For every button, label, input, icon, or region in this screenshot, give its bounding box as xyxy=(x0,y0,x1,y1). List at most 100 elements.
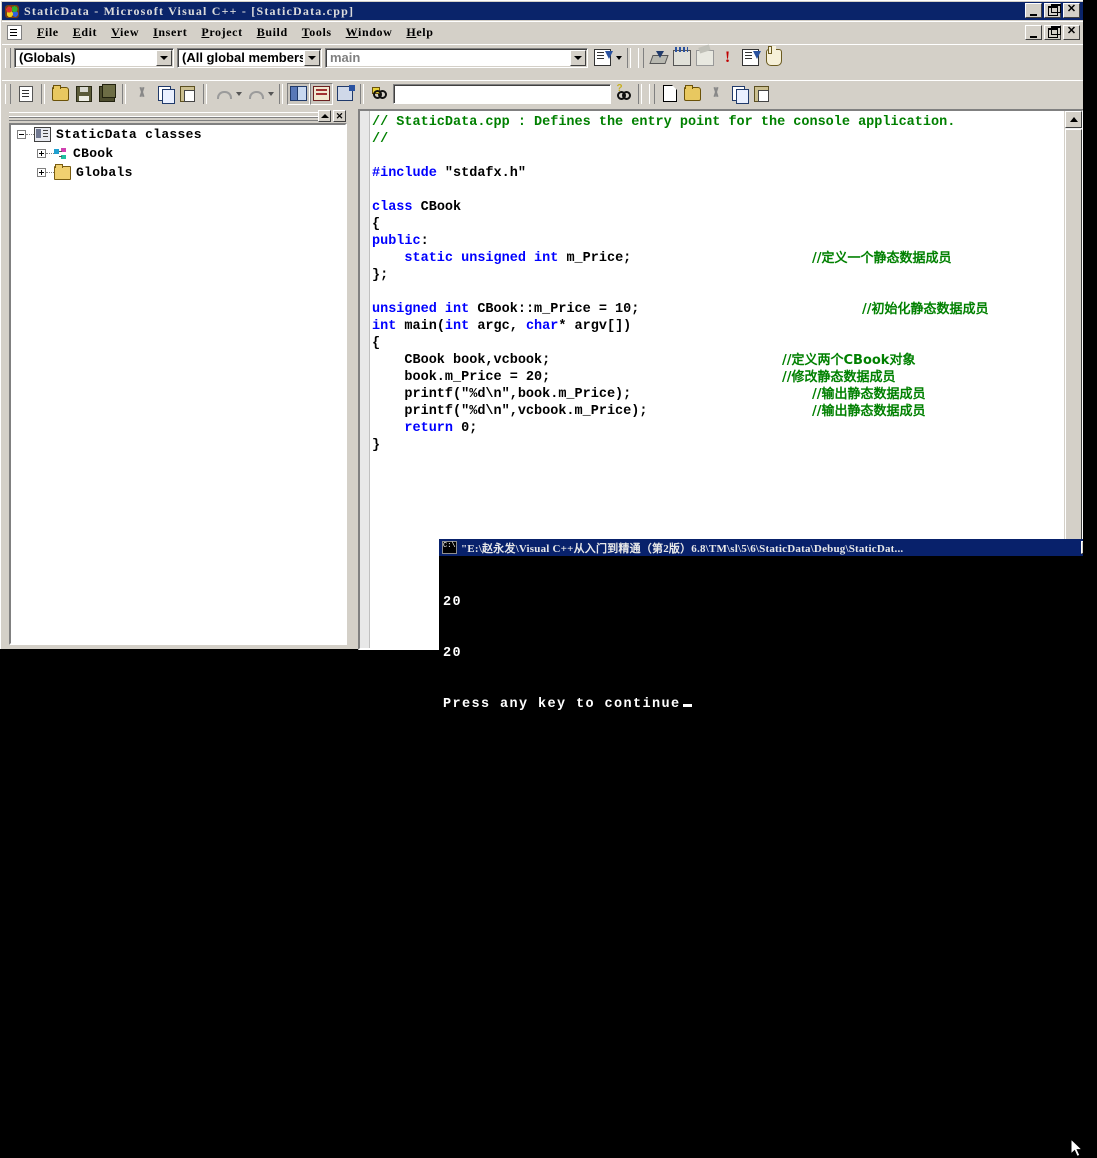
new-document-button2[interactable] xyxy=(658,83,681,105)
wizardbar-dropdown-icon[interactable] xyxy=(614,48,623,68)
buildbar-gripper[interactable] xyxy=(638,47,644,68)
code-side-comment: //修改静态数据成员 xyxy=(782,370,896,385)
workspace-bar-button[interactable] xyxy=(333,83,356,105)
extra-toolbar-gripper[interactable] xyxy=(649,83,655,104)
code-token: unsigned xyxy=(461,251,526,266)
chevron-down-icon[interactable] xyxy=(570,49,586,66)
output-toggle-button[interactable] xyxy=(310,82,333,105)
redo-button[interactable] xyxy=(243,83,266,105)
mdi-child-controls: ✕ xyxy=(1025,25,1080,40)
cut-button2[interactable] xyxy=(704,83,727,105)
mdi-minimize-button[interactable] xyxy=(1025,25,1042,40)
code-line: public: xyxy=(372,233,1060,250)
copy-icon xyxy=(158,86,175,104)
save-all-button[interactable] xyxy=(95,83,118,105)
toolbar-separator xyxy=(360,83,364,104)
find-button[interactable]: ? xyxy=(611,83,634,105)
mouse-arrow-cursor xyxy=(1071,1139,1084,1158)
cut-button[interactable] xyxy=(130,83,153,105)
mdi-restore-button[interactable] xyxy=(1044,25,1061,40)
menu-item-view[interactable]: View xyxy=(104,23,146,42)
editor-selection-margin[interactable] xyxy=(360,111,370,648)
find-combo[interactable] xyxy=(393,83,611,104)
menu-item-tools[interactable]: Tools xyxy=(295,23,339,42)
tree-node-globals[interactable]: Globals xyxy=(11,163,345,182)
menu-item-window[interactable]: Window xyxy=(339,23,400,42)
menu-item-edit[interactable]: Edit xyxy=(66,23,104,42)
function-combo[interactable]: main xyxy=(325,47,588,68)
code-token: book.m_Price = 20; xyxy=(372,370,551,385)
undo-button[interactable] xyxy=(211,83,234,105)
menu-item-build[interactable]: Build xyxy=(250,23,295,42)
code-side-comment: //输出静态数据成员 xyxy=(812,404,926,419)
workspace-toggle-button[interactable] xyxy=(287,82,310,105)
class-combo-value: (Globals) xyxy=(19,50,76,65)
document-icon xyxy=(7,25,22,40)
tree-node-staticdata-classes[interactable]: StaticData classes xyxy=(11,125,345,144)
copy-icon xyxy=(732,86,749,104)
compile-button[interactable] xyxy=(647,47,670,69)
workspace-close-button[interactable]: ✕ xyxy=(333,110,346,122)
mdi-close-button[interactable]: ✕ xyxy=(1063,25,1080,40)
expand-toggle-icon[interactable] xyxy=(37,149,46,158)
execute-program-button[interactable] xyxy=(739,47,762,69)
code-side-comment: //初始化静态数据成员 xyxy=(862,302,989,317)
clipboard-paste-icon xyxy=(754,85,769,102)
paste-button2[interactable] xyxy=(750,83,773,105)
scrollbar-thumb[interactable] xyxy=(1065,129,1082,559)
new-text-file-button[interactable] xyxy=(14,83,37,105)
scroll-up-button[interactable] xyxy=(1065,111,1082,128)
menu-item-project[interactable]: Project xyxy=(194,23,249,42)
build-button[interactable] xyxy=(670,46,693,69)
code-line: book.m_Price = 20; xyxy=(372,369,1060,386)
save-button[interactable] xyxy=(72,83,95,105)
copy-button2[interactable] xyxy=(727,83,750,105)
rebuild-all-button[interactable] xyxy=(693,47,716,69)
open-button2[interactable] xyxy=(681,83,704,105)
tree-node-label: CBook xyxy=(73,146,114,161)
find-in-files-button[interactable] xyxy=(368,83,391,105)
redo-dropdown-icon[interactable] xyxy=(266,84,275,104)
stop-build-button[interactable]: ! xyxy=(716,47,739,69)
undo-dropdown-icon[interactable] xyxy=(234,84,243,104)
tree-node-label: Globals xyxy=(76,165,133,180)
wizardbar-gripper[interactable] xyxy=(5,47,11,68)
expand-toggle-icon[interactable] xyxy=(37,168,46,177)
copy-button[interactable] xyxy=(153,83,176,105)
paste-button[interactable] xyxy=(176,83,199,105)
close-button[interactable]: ✕ xyxy=(1063,3,1080,18)
wizardbar-action-button[interactable] xyxy=(591,47,614,69)
source-code-text[interactable]: // StaticData.cpp : Defines the entry po… xyxy=(372,114,1060,454)
minimize-button[interactable] xyxy=(1025,3,1042,18)
members-combo[interactable]: (All global members xyxy=(177,47,322,68)
class-view-tree[interactable]: StaticData classes CBook Globals xyxy=(9,123,347,645)
collapse-toggle-icon[interactable] xyxy=(17,130,26,139)
menu-item-insert[interactable]: Insert xyxy=(146,23,194,42)
go-debug-button[interactable] xyxy=(762,46,785,69)
code-token: m_Price; xyxy=(558,251,632,266)
open-button[interactable] xyxy=(49,83,72,105)
standard-toolbar-gripper[interactable] xyxy=(5,83,11,104)
chevron-down-icon[interactable] xyxy=(156,49,172,66)
scissors-icon xyxy=(135,87,149,101)
restore-button[interactable] xyxy=(1044,3,1061,18)
class-combo[interactable]: (Globals) xyxy=(14,47,174,68)
code-token: char xyxy=(525,319,559,334)
menu-item-help[interactable]: Help xyxy=(399,23,440,42)
code-token: int xyxy=(444,302,470,317)
console-title: "E:\赵永发\Visual C++从入门到精通（第2版）6.8\TM\sl\5… xyxy=(461,542,904,555)
workspace-drag-grip[interactable] xyxy=(9,112,319,121)
class-icon xyxy=(54,147,68,160)
members-combo-value: (All global members xyxy=(182,50,303,65)
workspace-minimize-button[interactable] xyxy=(318,110,331,122)
code-line: } xyxy=(372,437,1060,454)
console-line: Press any key to continue xyxy=(443,697,681,712)
code-token: // xyxy=(372,132,389,147)
menu-item-file[interactable]: File xyxy=(30,23,66,42)
tree-node-cbook[interactable]: CBook xyxy=(11,144,345,163)
code-line: CBook book,vcbook; xyxy=(372,352,1060,369)
chevron-down-icon[interactable] xyxy=(304,49,320,66)
console-output-window[interactable]: "E:\赵永发\Visual C++从入门到精通（第2版）6.8\TM\sl\5… xyxy=(439,539,1097,1158)
